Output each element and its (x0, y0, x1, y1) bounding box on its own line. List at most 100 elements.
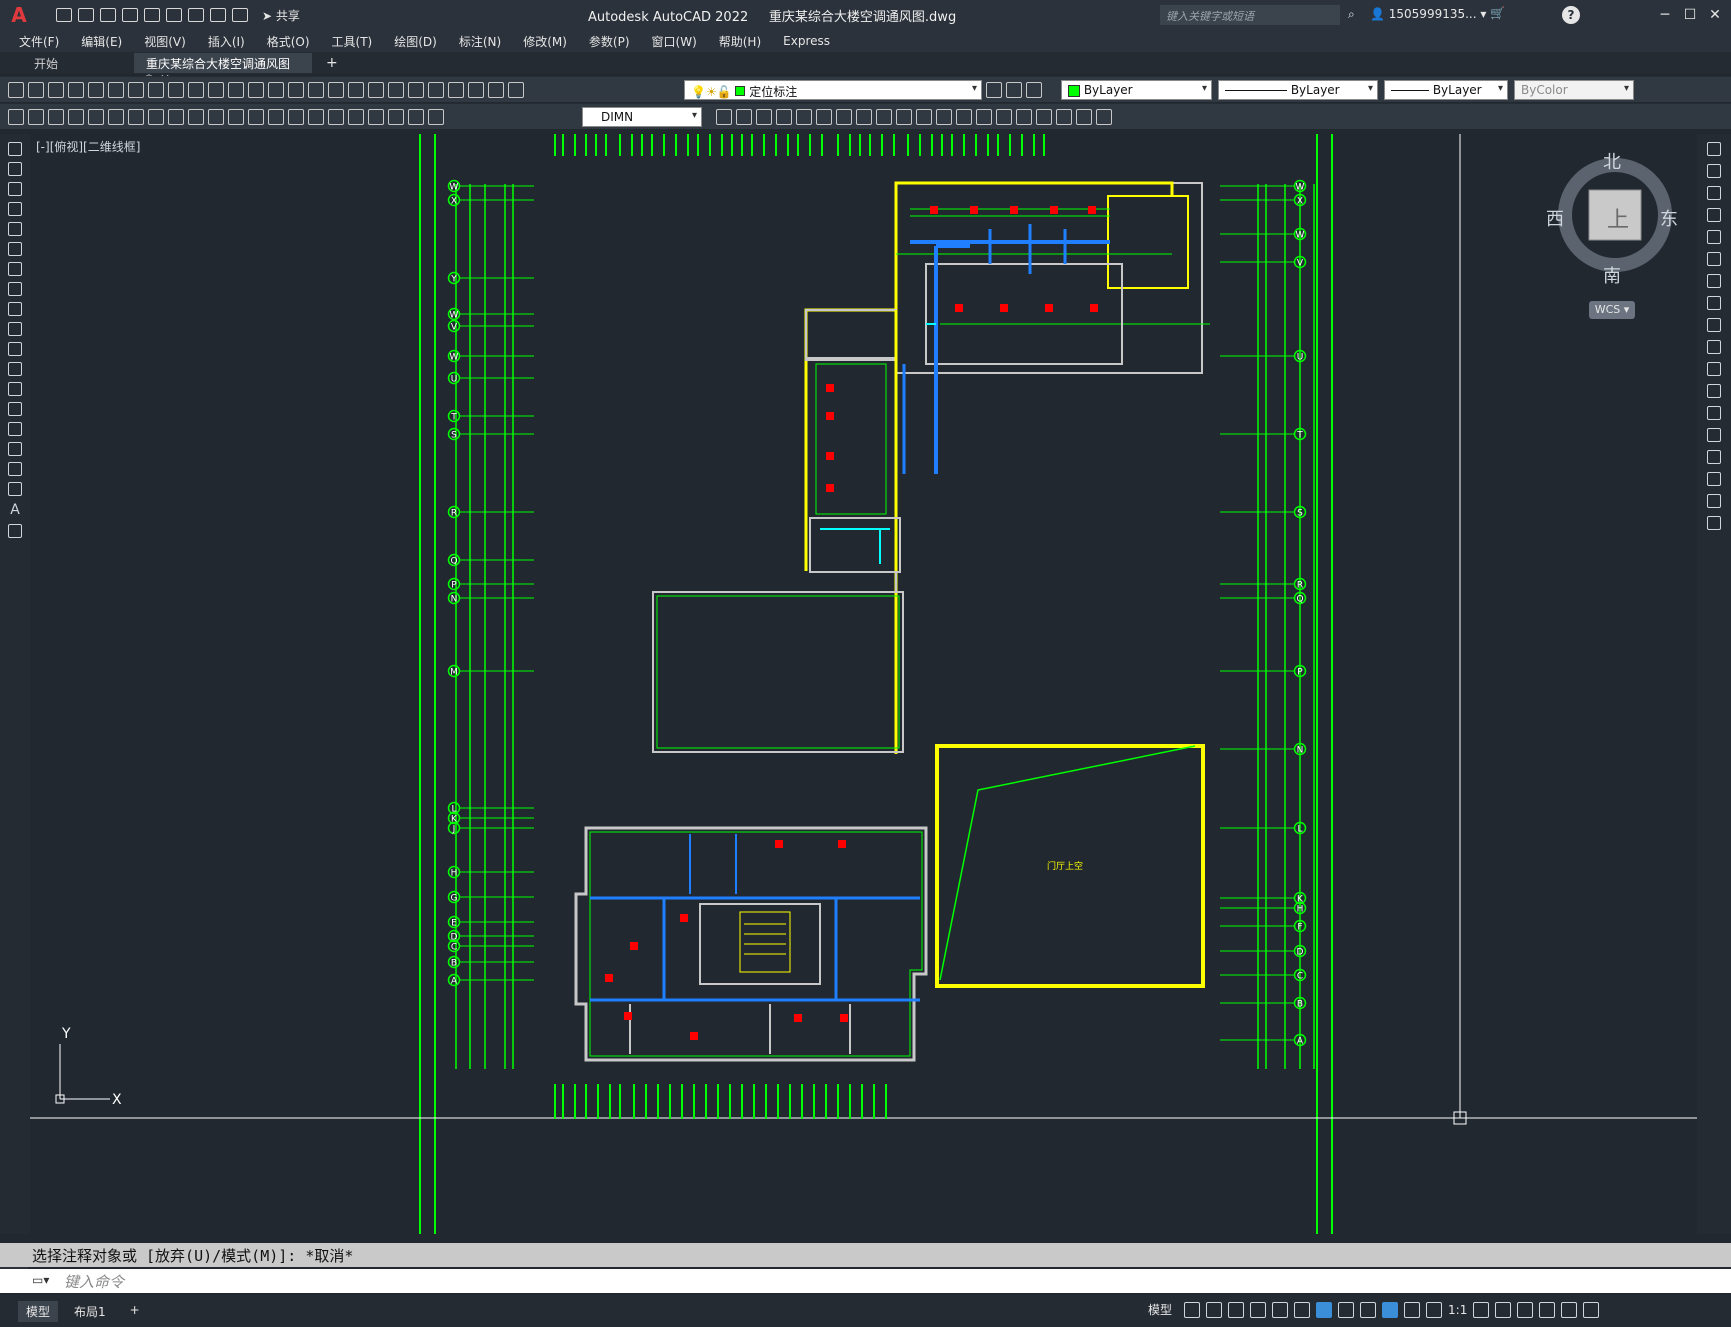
3d-print-icon[interactable] (128, 81, 144, 98)
center-mark-icon[interactable] (328, 108, 344, 125)
dimstyle-dropdown[interactable]: DIMN ▾ (582, 107, 702, 127)
layer-match-icon[interactable] (1026, 81, 1042, 98)
gradient-icon[interactable] (8, 442, 22, 456)
undo-icon[interactable] (248, 81, 264, 98)
compass-east[interactable]: 东 (1660, 205, 1678, 231)
join-icon[interactable] (1707, 428, 1721, 442)
layer-previous-icon[interactable] (1006, 81, 1022, 98)
file-tab[interactable]: 重庆某综合大楼空调通风图*✕ (134, 53, 312, 86)
menu-item[interactable]: 修改(M) (512, 33, 578, 50)
share-button[interactable]: ➤ 共享 (262, 7, 300, 24)
menu-item[interactable]: Express (772, 34, 841, 48)
mtext-icon[interactable]: A (10, 502, 20, 518)
inspect-icon[interactable] (348, 108, 364, 125)
array-icon[interactable] (1707, 230, 1721, 244)
add-layout-icon[interactable]: + (122, 1301, 148, 1322)
jogged-linear-icon[interactable] (368, 108, 384, 125)
jogged-dim-icon[interactable] (168, 108, 184, 125)
object-snap-icon[interactable] (1316, 1301, 1333, 1318)
trim-icon[interactable] (916, 108, 932, 125)
user-account[interactable]: 👤 1505999135... ▾ (1370, 7, 1486, 21)
rectangle-icon[interactable] (8, 222, 22, 236)
offset-icon[interactable] (1707, 208, 1721, 222)
menu-item[interactable]: 编辑(E) (70, 33, 133, 50)
ellipse-arc-icon[interactable] (8, 342, 22, 356)
preview-icon[interactable] (88, 81, 104, 98)
hatch-icon[interactable] (8, 422, 22, 436)
chamfer-icon[interactable] (996, 108, 1012, 125)
zoom-realtime-icon[interactable] (308, 81, 324, 98)
lineweight-icon[interactable] (1338, 1301, 1355, 1318)
customization-icon[interactable] (1583, 1301, 1600, 1318)
rotate-icon[interactable] (856, 108, 872, 125)
menu-item[interactable]: 窗口(W) (641, 33, 708, 50)
spline-icon[interactable] (8, 302, 22, 316)
extend-icon[interactable] (1707, 362, 1721, 376)
search-icon[interactable]: ⌕ (1348, 7, 1355, 22)
diameter-dim-icon[interactable] (188, 108, 204, 125)
layout-tab[interactable]: 模型 (18, 1300, 59, 1322)
ellipse-icon[interactable] (8, 322, 22, 336)
zoom-previous-icon[interactable] (348, 81, 364, 98)
arc-length-icon[interactable] (108, 108, 124, 125)
viewcube-face-label[interactable]: 上 (1607, 202, 1629, 234)
region-icon[interactable] (8, 462, 22, 476)
paste-icon[interactable] (188, 81, 204, 98)
isolate-icon[interactable] (1076, 108, 1092, 125)
move-icon[interactable] (836, 108, 852, 125)
recent-commands-icon[interactable]: ▭▾ (32, 1273, 49, 1287)
autocad-logo-icon[interactable]: A (6, 2, 32, 28)
linear-dim-icon[interactable] (68, 108, 84, 125)
layer-tool-icon[interactable] (8, 108, 24, 125)
block-icon[interactable] (228, 81, 244, 98)
markup-icon[interactable] (448, 81, 464, 98)
circle-icon[interactable] (8, 262, 22, 276)
command-input[interactable]: ▭▾ 键入命令 (0, 1269, 1731, 1293)
menu-item[interactable]: 标注(N) (448, 33, 512, 50)
close-icon[interactable]: ✕ (1704, 5, 1726, 25)
trim-icon[interactable] (1707, 340, 1721, 354)
object-snap-tracking-icon[interactable] (1294, 1301, 1311, 1318)
tolerance-icon[interactable] (308, 108, 324, 125)
join-icon[interactable] (976, 108, 992, 125)
open-icon[interactable] (28, 81, 44, 98)
redo-icon[interactable] (232, 8, 248, 22)
baseline-dim-icon[interactable] (248, 108, 264, 125)
wcs-menu[interactable]: WCS ▾ (1589, 301, 1635, 319)
chamfer-icon[interactable] (1707, 450, 1721, 464)
snap-icon[interactable] (1206, 1301, 1223, 1318)
model-space-label[interactable]: 模型 (1148, 1301, 1172, 1318)
copy-icon[interactable] (1707, 164, 1721, 178)
menu-item[interactable]: 帮助(H) (708, 33, 772, 50)
ortho-icon[interactable] (1228, 1301, 1245, 1318)
break-icon[interactable] (956, 108, 972, 125)
stretch-icon[interactable] (896, 108, 912, 125)
viewport-controls[interactable]: [-][俯视][二维线框] (36, 138, 140, 155)
help-icon[interactable] (488, 81, 504, 98)
clean-screen-icon[interactable] (1561, 1301, 1578, 1318)
annotation-visibility-icon[interactable] (1382, 1301, 1399, 1318)
fillet-icon[interactable] (1707, 472, 1721, 486)
pan-icon[interactable] (288, 81, 304, 98)
open-web-icon[interactable] (144, 8, 160, 22)
hardware-accel-icon[interactable] (1539, 1301, 1556, 1318)
layer-dropdown[interactable]: 💡☀🔓 定位标注 ▾ (684, 80, 982, 100)
aligned-dim-icon[interactable] (88, 108, 104, 125)
table-icon[interactable] (8, 482, 22, 496)
make-current-icon[interactable] (986, 81, 1002, 98)
array-icon[interactable] (816, 108, 832, 125)
dim-text-edit-icon[interactable] (408, 108, 424, 125)
arc-icon[interactable] (8, 242, 22, 256)
compass-south[interactable]: 南 (1603, 262, 1621, 288)
break-at-point-icon[interactable] (1707, 384, 1721, 398)
save-as-icon[interactable] (122, 8, 138, 22)
add-icon[interactable] (1495, 1301, 1512, 1318)
scale-icon[interactable] (1707, 296, 1721, 310)
menu-item[interactable]: 格式(O) (256, 33, 321, 50)
new-tab-icon[interactable]: + (326, 55, 338, 71)
layout-tab[interactable]: 布局1 (66, 1301, 114, 1322)
rotate-icon[interactable] (1707, 274, 1721, 288)
erase-icon[interactable] (736, 108, 752, 125)
new-file-icon[interactable] (56, 8, 72, 22)
dim-update-icon[interactable] (428, 108, 444, 125)
